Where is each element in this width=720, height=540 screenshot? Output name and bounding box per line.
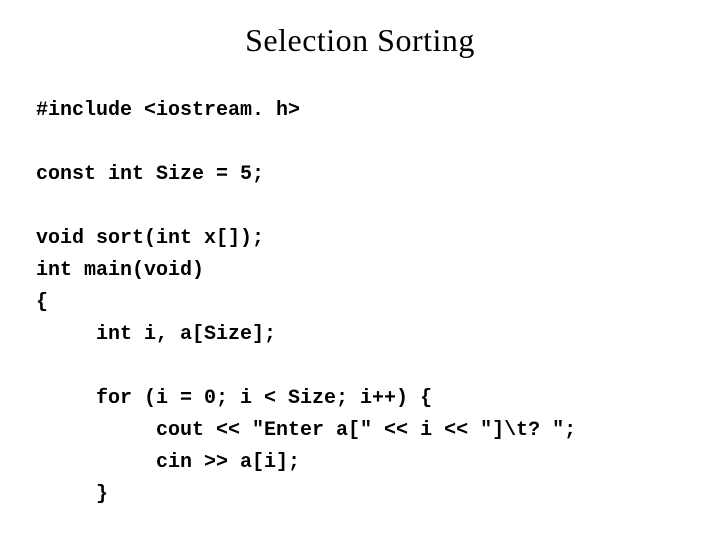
code-line: int main(void) — [36, 259, 204, 282]
code-line: int i, a[Size]; — [36, 323, 276, 346]
code-line: const int Size = 5; — [36, 163, 264, 186]
slide: Selection Sorting #include <iostream. h>… — [0, 0, 720, 540]
slide-title: Selection Sorting — [0, 0, 720, 67]
code-line: void sort(int x[]); — [36, 227, 264, 250]
code-line: for (i = 0; i < Size; i++) { — [36, 387, 432, 410]
code-block: #include <iostream. h> const int Size = … — [0, 67, 720, 511]
code-line: cout << "Enter a[" << i << "]\t? "; — [36, 419, 576, 442]
code-line: } — [36, 483, 108, 506]
code-line: { — [36, 291, 48, 314]
code-line: #include <iostream. h> — [36, 99, 300, 122]
code-line: cin >> a[i]; — [36, 451, 300, 474]
